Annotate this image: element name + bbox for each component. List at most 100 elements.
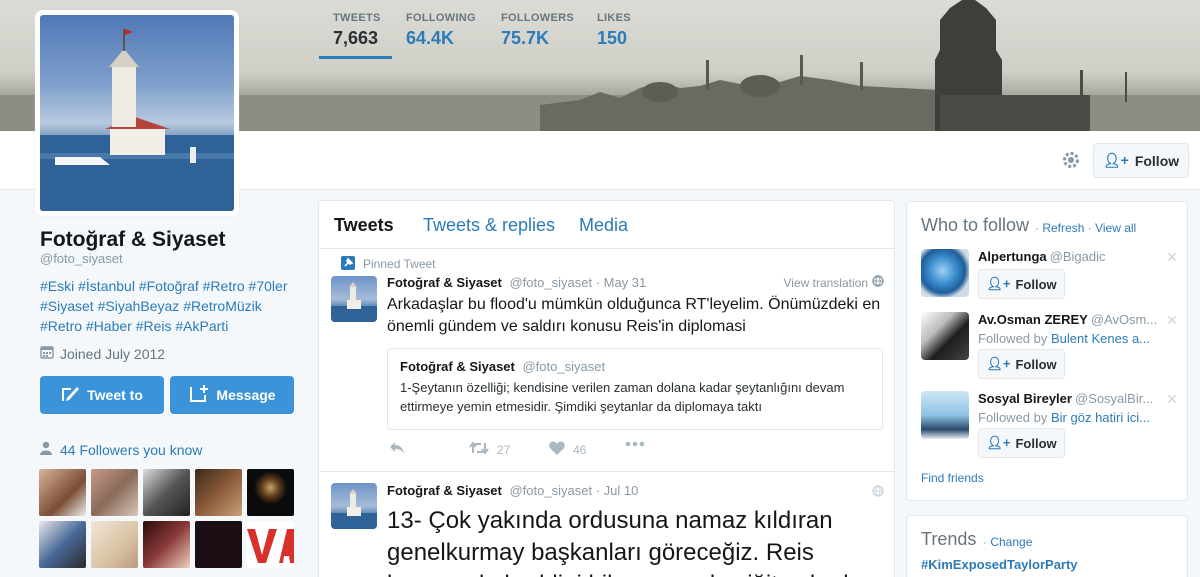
retweet-icon (469, 441, 489, 458)
suggestion-handle: @SosyalBir... (1074, 391, 1154, 406)
suggestion-item: Alpertunga @Bigadic ✕ 👤︎+ Follow (921, 249, 1181, 319)
separator-dot: · (983, 535, 987, 549)
tab-tweets[interactable]: Tweets (334, 215, 394, 236)
followers-you-know-link[interactable]: 44 Followers you know (40, 441, 202, 458)
tweet-author-name[interactable]: Fotoğraf & Siyaset (387, 275, 502, 290)
who-to-follow-links: · Refresh · View all (1035, 221, 1136, 235)
suggestion-display-name: Av.Osman ZEREY (978, 312, 1088, 327)
message-icon (188, 384, 210, 406)
retweet-button[interactable]: 27 (469, 441, 510, 458)
followed-by-name[interactable]: Bir göz hatiri ici... (1051, 410, 1150, 425)
tweet-divider (319, 471, 894, 472)
trend-item[interactable]: #KimExposedTaylorParty (921, 557, 1078, 572)
heart-icon (549, 441, 565, 458)
who-to-follow-panel: Who to follow · Refresh · View all Alper… (906, 201, 1188, 501)
profile-handle[interactable]: @foto_siyaset (40, 251, 123, 266)
more-icon[interactable] (625, 441, 645, 447)
timeline-tabs: Tweets Tweets & replies Media (319, 201, 894, 249)
dismiss-icon[interactable]: ✕ (1166, 391, 1178, 408)
quoted-tweet-text: 1-Şeytanın özelliği; kendisine verilen z… (400, 380, 845, 414)
reply-icon[interactable] (389, 441, 405, 455)
tweet-author-handle[interactable]: @foto_siyaset (509, 483, 592, 498)
follow-button[interactable]: 👤︎+ Follow (1093, 143, 1189, 178)
stat-tweets-value: 7,663 (333, 28, 379, 48)
followed-by-name[interactable]: Bulent Kenes a... (1051, 331, 1150, 346)
tweet-date[interactable]: · May 31 (596, 275, 647, 290)
pinned-label: Pinned Tweet (363, 257, 436, 271)
suggestion-avatar[interactable] (921, 391, 969, 439)
tweet-author-name[interactable]: Fotoğraf & Siyaset (387, 483, 502, 498)
separator-dot: · (1035, 221, 1039, 235)
followed-by-text: Followed by Bulent Kenes a... (978, 331, 1165, 346)
follower-avatar[interactable] (143, 469, 190, 516)
pin-icon (341, 256, 355, 270)
quoted-tweet[interactable]: Fotoğraf & Siyaset @foto_siyaset 1-Şeyta… (387, 348, 883, 430)
tab-media[interactable]: Media (579, 215, 628, 236)
follower-avatar[interactable] (195, 521, 242, 568)
find-friends-link[interactable]: Find friends (921, 471, 984, 485)
stat-following-value: 64.4K (406, 28, 455, 48)
suggestion-display-name: Sosyal Bireyler (978, 391, 1072, 406)
stat-following[interactable]: FOLLOWING 64.4K (406, 12, 476, 59)
follow-button-label: Follow (1015, 435, 1057, 451)
follower-avatar[interactable] (247, 469, 294, 516)
follower-avatar[interactable] (39, 521, 86, 568)
suggestion-name[interactable]: Alpertunga @Bigadic (978, 249, 1163, 264)
suggestion-item: Sosyal Bireyler @SosyalBir... Followed by… (921, 391, 1181, 461)
stat-tweets[interactable]: TWEETS 7,663 (319, 12, 392, 59)
stat-likes-value: 150 (597, 28, 628, 48)
globe-icon (872, 275, 884, 290)
tweet-to-button[interactable]: Tweet to (40, 376, 164, 414)
view-translation-label: View translation (783, 275, 869, 290)
gear-icon[interactable] (1061, 150, 1081, 170)
suggestion-handle: @AvOsm... (1090, 312, 1158, 327)
tab-tweets-replies[interactable]: Tweets & replies (423, 215, 555, 236)
follow-button[interactable]: 👤︎+ Follow (978, 269, 1065, 299)
profile-bio[interactable]: #Eski #İstanbul #Fotoğraf #Retro #70ler … (40, 276, 300, 336)
follower-avatar[interactable] (195, 469, 242, 516)
tweet-author-handle[interactable]: @foto_siyaset (509, 275, 592, 290)
follow-button[interactable]: 👤︎+ Follow (978, 428, 1065, 458)
trends-panel: Trends · Change #KimExposedTaylorParty (906, 515, 1188, 577)
quoted-tweet-header: Fotoğraf & Siyaset @foto_siyaset (400, 359, 870, 374)
profile-name[interactable]: Fotoğraf & Siyaset (40, 228, 226, 252)
suggestion-avatar[interactable] (921, 249, 969, 297)
globe-icon (872, 484, 884, 502)
tweet-date[interactable]: · Jul 10 (596, 483, 639, 498)
tweet-header: Fotoğraf & Siyaset @foto_siyaset · May 3… (387, 275, 646, 290)
view-translation-link[interactable]: View translation (784, 275, 885, 290)
follow-button-label: Follow (1134, 152, 1180, 169)
like-button[interactable]: 46 (549, 441, 586, 458)
suggestion-name[interactable]: Sosyal Bireyler @SosyalBir... (978, 391, 1163, 406)
stat-followers[interactable]: FOLLOWERS 75.7K (501, 12, 574, 59)
refresh-link[interactable]: Refresh (1042, 221, 1084, 235)
retweet-count: 27 (497, 442, 511, 457)
follower-avatar[interactable] (91, 521, 138, 568)
tweet-to-label: Tweet to (87, 387, 143, 403)
follow-button-label: Follow (1015, 356, 1057, 372)
quoted-author-handle: @foto_siyaset (522, 359, 606, 374)
quoted-author-name: Fotoğraf & Siyaset (400, 359, 515, 374)
follower-avatar[interactable] (143, 521, 190, 568)
dismiss-icon[interactable]: ✕ (1166, 249, 1178, 266)
follow-button[interactable]: 👤︎+ Follow (978, 349, 1065, 379)
suggestion-handle: @Bigadic (1049, 249, 1106, 264)
add-user-icon: 👤︎+ (986, 435, 1011, 450)
suggestion-avatar[interactable] (921, 312, 969, 360)
tweet-avatar[interactable] (331, 483, 377, 529)
follower-avatar[interactable] (91, 469, 138, 516)
dismiss-icon[interactable]: ✕ (1166, 312, 1178, 329)
suggestion-name[interactable]: Av.Osman ZEREY @AvOsm... (978, 312, 1163, 327)
message-button[interactable]: Message (170, 376, 294, 414)
maidens-tower-image (40, 29, 234, 211)
follower-avatar[interactable] (39, 469, 86, 516)
followed-by-label: Followed by (978, 410, 1048, 425)
change-link[interactable]: Change (990, 535, 1032, 549)
follower-avatar[interactable] (247, 521, 294, 568)
add-user-icon: 👤︎+ (986, 356, 1011, 371)
profile-avatar[interactable] (35, 10, 239, 216)
stat-likes[interactable]: LIKES 150 (597, 12, 631, 59)
trends-change: · Change (983, 535, 1032, 549)
view-all-link[interactable]: View all (1095, 221, 1136, 235)
tweet-avatar[interactable] (331, 276, 377, 322)
